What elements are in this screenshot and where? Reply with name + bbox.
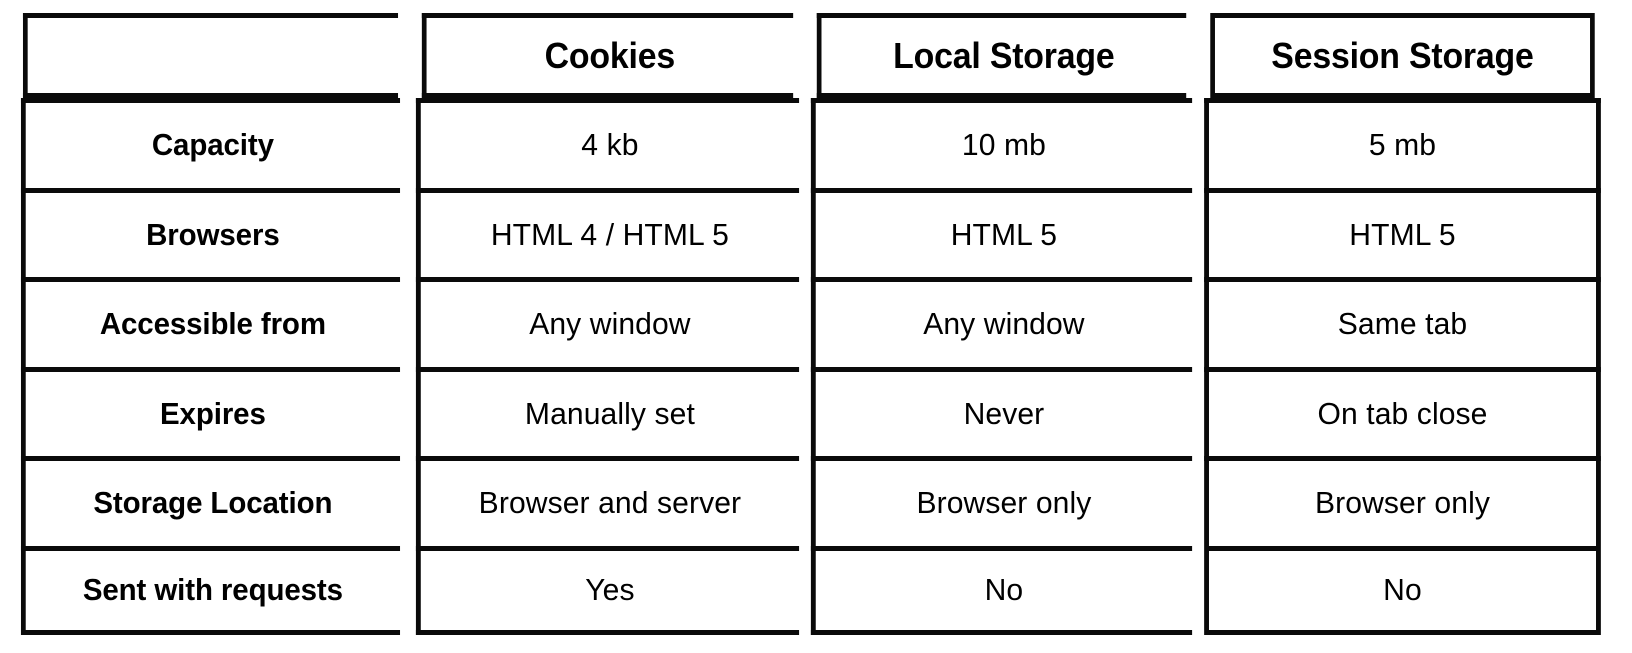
cell-sent-with-requests-local-storage: No xyxy=(810,545,1193,635)
table-row: Storage Location Browser and server Brow… xyxy=(11,456,1607,546)
cell-browsers-cookies: HTML 4 / HTML 5 xyxy=(415,187,800,277)
cell-storage-location-cookies-value: Browser and server xyxy=(478,485,742,521)
row-header-sent-with-requests: Sent with requests xyxy=(20,545,401,635)
table-corner-cell xyxy=(22,13,399,98)
row-header-browsers: Browsers xyxy=(20,187,401,277)
cell-capacity-session-storage: 5 mb xyxy=(1204,98,1601,188)
cell-browsers-session-storage-value: HTML 5 xyxy=(1349,216,1456,252)
table-header-row: Cookies Local Storage Session Storage xyxy=(11,13,1607,98)
column-header-cookies-label: Cookies xyxy=(544,34,676,76)
column-header-session-storage-label: Session Storage xyxy=(1271,34,1534,76)
table-body: Capacity 4 kb 10 mb 5 mb Browsers HTML 4… xyxy=(11,98,1607,635)
row-header-browsers-label: Browsers xyxy=(146,216,280,252)
cell-sent-with-requests-local-storage-value: No xyxy=(984,572,1024,608)
column-header-session-storage: Session Storage xyxy=(1210,13,1595,98)
cell-accessible-from-session-storage: Same tab xyxy=(1204,277,1601,367)
cell-sent-with-requests-session-storage-value: No xyxy=(1383,572,1422,608)
cell-browsers-local-storage: HTML 5 xyxy=(810,187,1193,277)
cell-storage-location-session-storage: Browser only xyxy=(1204,456,1601,546)
cell-capacity-cookies: 4 kb xyxy=(415,98,800,188)
row-header-expires: Expires xyxy=(20,366,401,456)
column-header-local-storage: Local Storage xyxy=(816,13,1187,98)
row-header-capacity-label: Capacity xyxy=(151,127,274,163)
table-row: Browsers HTML 4 / HTML 5 HTML 5 HTML 5 xyxy=(11,187,1607,277)
row-header-accessible-from-label: Accessible from xyxy=(99,306,326,342)
row-header-sent-with-requests-label: Sent with requests xyxy=(82,572,343,608)
cell-accessible-from-local-storage: Any window xyxy=(810,277,1193,367)
cell-capacity-local-storage-value: 10 mb xyxy=(961,127,1046,163)
cell-expires-cookies-value: Manually set xyxy=(524,395,695,431)
cell-capacity-local-storage: 10 mb xyxy=(810,98,1193,188)
cell-accessible-from-local-storage-value: Any window xyxy=(923,306,1085,342)
cell-sent-with-requests-session-storage: No xyxy=(1204,545,1601,635)
column-header-local-storage-label: Local Storage xyxy=(893,34,1115,76)
cell-sent-with-requests-cookies-value: Yes xyxy=(585,572,635,608)
cell-accessible-from-session-storage-value: Same tab xyxy=(1337,306,1468,342)
row-header-expires-label: Expires xyxy=(160,395,266,431)
cell-accessible-from-cookies: Any window xyxy=(415,277,800,367)
cell-browsers-session-storage: HTML 5 xyxy=(1204,187,1601,277)
cell-expires-local-storage-value: Never xyxy=(963,395,1045,431)
cell-storage-location-local-storage: Browser only xyxy=(810,456,1193,546)
table-row: Expires Manually set Never On tab close xyxy=(11,366,1607,456)
row-header-capacity: Capacity xyxy=(20,98,401,188)
storage-comparison-table: Cookies Local Storage Session Storage Ca… xyxy=(11,13,1607,635)
table-row: Capacity 4 kb 10 mb 5 mb xyxy=(11,98,1607,188)
cell-expires-session-storage-value: On tab close xyxy=(1317,395,1488,431)
row-header-accessible-from: Accessible from xyxy=(20,277,401,367)
table-row: Sent with requests Yes No No xyxy=(11,545,1607,635)
cell-browsers-local-storage-value: HTML 5 xyxy=(950,216,1058,252)
row-header-storage-location-label: Storage Location xyxy=(93,485,333,521)
table-header: Cookies Local Storage Session Storage xyxy=(11,13,1607,98)
row-header-storage-location: Storage Location xyxy=(20,456,401,546)
cell-capacity-cookies-value: 4 kb xyxy=(581,127,639,163)
cell-storage-location-local-storage-value: Browser only xyxy=(916,485,1092,521)
cell-accessible-from-cookies-value: Any window xyxy=(529,306,691,342)
page-canvas: Cookies Local Storage Session Storage Ca… xyxy=(0,0,1632,653)
cell-sent-with-requests-cookies: Yes xyxy=(415,545,800,635)
cell-expires-session-storage: On tab close xyxy=(1204,366,1601,456)
cell-expires-cookies: Manually set xyxy=(415,366,800,456)
cell-capacity-session-storage-value: 5 mb xyxy=(1368,127,1437,163)
cell-browsers-cookies-value: HTML 4 / HTML 5 xyxy=(490,216,730,252)
cell-storage-location-session-storage-value: Browser only xyxy=(1315,485,1490,521)
table-row: Accessible from Any window Any window Sa… xyxy=(11,277,1607,367)
cell-expires-local-storage: Never xyxy=(810,366,1193,456)
cell-storage-location-cookies: Browser and server xyxy=(415,456,800,546)
column-header-cookies: Cookies xyxy=(421,13,794,98)
